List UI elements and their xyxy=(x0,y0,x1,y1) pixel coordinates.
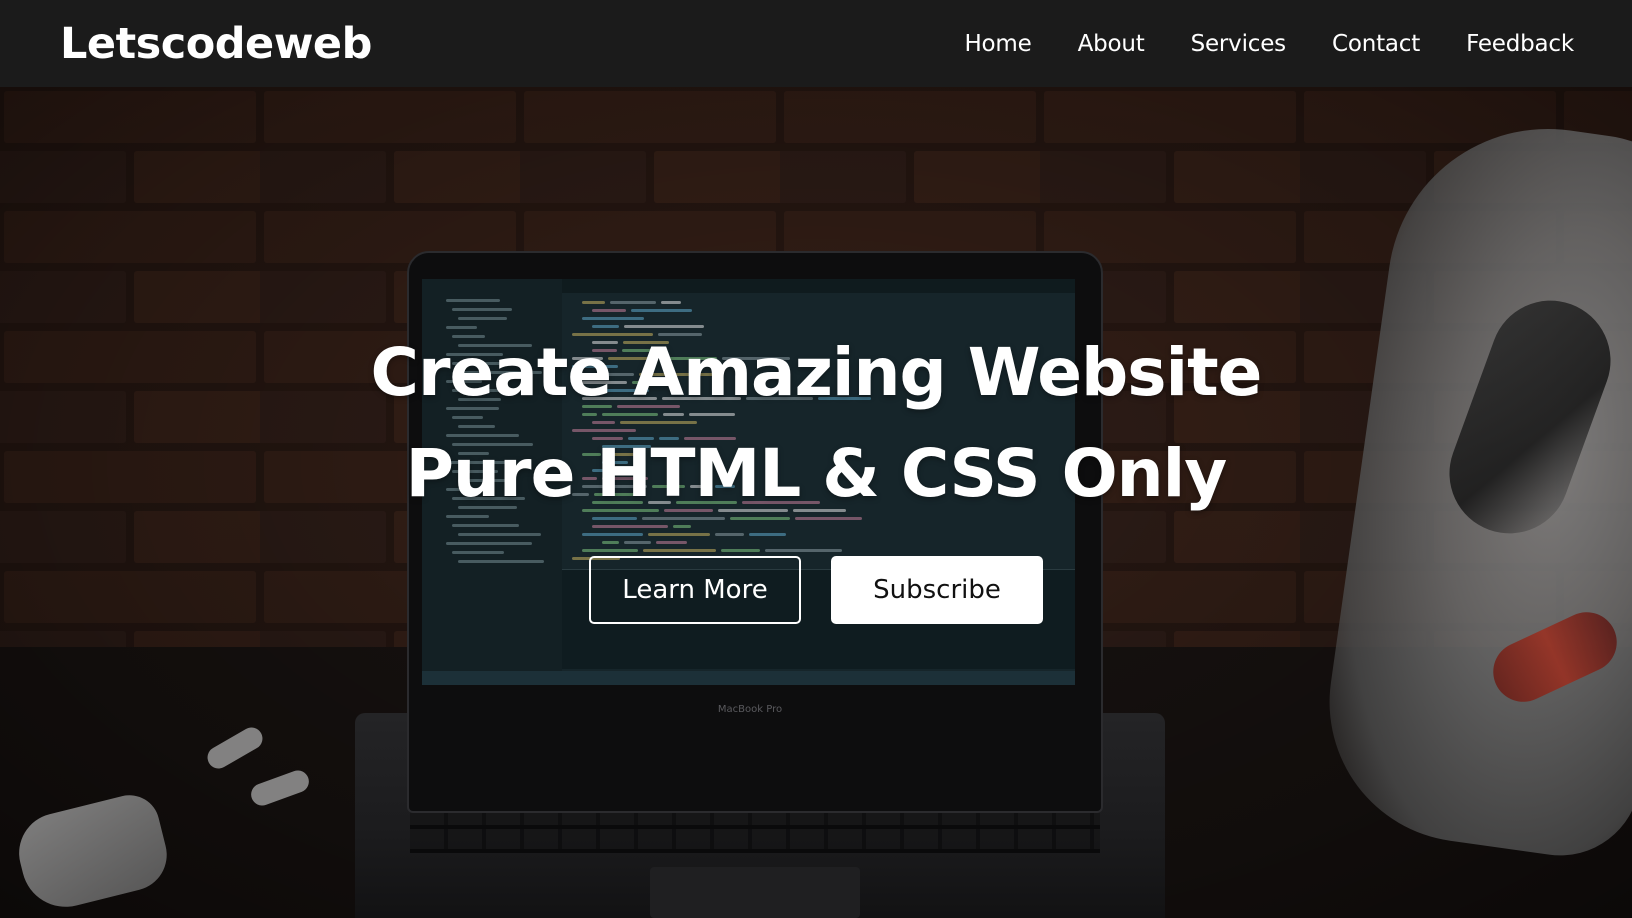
site-logo[interactable]: Letscodeweb xyxy=(60,19,372,69)
nav-item-contact: Contact xyxy=(1332,31,1420,57)
nav-links: Home About Services Contact Feedback xyxy=(964,31,1574,57)
nav-item-home: Home xyxy=(964,31,1031,57)
nav-item-feedback: Feedback xyxy=(1466,31,1574,57)
nav-link-services[interactable]: Services xyxy=(1191,31,1287,57)
nav-link-home[interactable]: Home xyxy=(964,31,1031,57)
subscribe-button[interactable]: Subscribe xyxy=(831,556,1043,624)
nav-link-feedback[interactable]: Feedback xyxy=(1466,31,1574,57)
nav-link-contact[interactable]: Contact xyxy=(1332,31,1420,57)
hero-headline-line2: Pure HTML & CSS Only xyxy=(405,435,1228,512)
nav-item-about: About xyxy=(1078,31,1145,57)
nav-item-services: Services xyxy=(1191,31,1287,57)
nav-link-about[interactable]: About xyxy=(1078,31,1145,57)
hero-section: MacBook Pro Create Amazing Website Pure … xyxy=(0,87,1632,918)
learn-more-button[interactable]: Learn More xyxy=(589,556,801,624)
hero-headline-line1: Create Amazing Website xyxy=(370,334,1263,411)
hero-content: Create Amazing Website Pure HTML & CSS O… xyxy=(0,87,1632,918)
navbar: Letscodeweb Home About Services Contact … xyxy=(0,0,1632,87)
